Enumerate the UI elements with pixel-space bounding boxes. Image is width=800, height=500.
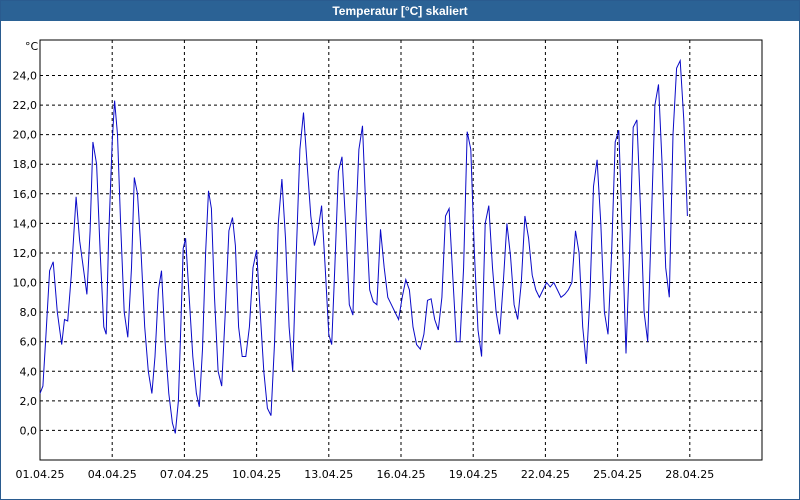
y-tick-label: 24,0: [13, 69, 38, 82]
x-axis-ticks: 01.04.25 04.04.25 07.04.25 10.04.25 13.04.25…: [16, 468, 715, 481]
y-tick-label: 18,0: [13, 158, 38, 171]
x-tick-label: 13.04.25: [304, 468, 353, 481]
y-tick-label: 20,0: [13, 129, 38, 142]
y-tick-label: 14,0: [13, 217, 38, 230]
x-tick-label: 04.04.25: [88, 468, 137, 481]
x-tick-label: 07.04.25: [160, 468, 209, 481]
y-tick-label: 8,0: [20, 306, 38, 319]
y-tick-label: 12,0: [13, 247, 38, 260]
y-axis-ticks: 0,0 2,0 4,0 6,0 8,0 10,0 12,0 14,0 16,0 18,0 20,0 2…: [13, 69, 38, 437]
y-tick-label: 2,0: [20, 395, 38, 408]
x-tick-label: 16.04.25: [377, 468, 426, 481]
x-tick-label: 01.04.25: [16, 468, 65, 481]
y-tick-label: 6,0: [20, 336, 38, 349]
y-axis-unit-label: °C: [25, 40, 39, 53]
x-tick-label: 19.04.25: [449, 468, 498, 481]
grid-lines: [40, 40, 762, 460]
x-tick-label: 25.04.25: [593, 468, 642, 481]
y-tick-label: 10,0: [13, 277, 38, 290]
y-tick-label: 22,0: [13, 99, 38, 112]
x-tick-label: 22.04.25: [521, 468, 570, 481]
x-tick-label: 28.04.25: [665, 468, 714, 481]
temperature-chart: 0,0 2,0 4,0 6,0 8,0 10,0 12,0 14,0 16,0 18,0 20,0 2…: [13, 39, 763, 481]
y-tick-label: 0,0: [20, 424, 38, 437]
temperature-series-line: [39, 58, 688, 434]
y-tick-label: 4,0: [20, 365, 38, 378]
y-tick-label: 16,0: [13, 188, 38, 201]
x-tick-label: 10.04.25: [232, 468, 281, 481]
